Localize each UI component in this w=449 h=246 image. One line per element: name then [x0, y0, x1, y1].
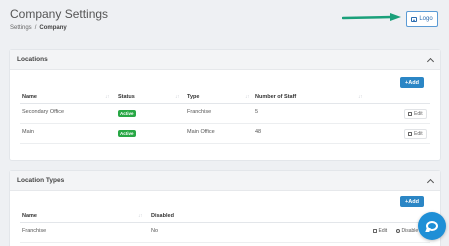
column-header-disabled[interactable]: Disabled — [151, 213, 174, 219]
edit-label: Edit — [414, 131, 423, 137]
breadcrumb-item-company: Company — [39, 25, 67, 31]
add-location-type-label: Add — [408, 198, 419, 205]
edit-icon — [373, 229, 377, 233]
sort-icon[interactable]: ↓↑ — [358, 94, 363, 100]
location-types-panel-header[interactable]: Location Types — [10, 171, 440, 191]
disable-link[interactable]: Disable — [396, 228, 418, 234]
add-location-type-button[interactable]: + Add — [400, 196, 424, 207]
logo-button-label: Logo — [419, 16, 433, 22]
locations-panel: Locations + Add Name ↓↑ Status ↓↑ Type ↓↑… — [10, 50, 440, 160]
edit-link[interactable]: Edit — [373, 228, 387, 234]
disable-label: Disable — [401, 228, 419, 234]
location-type-disabled: No — [151, 228, 159, 234]
column-header-name[interactable]: Name — [22, 213, 37, 219]
image-icon — [411, 16, 418, 22]
logo-button[interactable]: Logo — [406, 11, 438, 27]
status-badge: Active — [118, 110, 136, 117]
table-row: Main Active Main Office 48 Edit — [20, 124, 430, 144]
ban-icon — [396, 229, 400, 233]
chevron-up-icon[interactable] — [426, 57, 435, 65]
chat-button[interactable] — [418, 212, 446, 240]
sort-icon[interactable]: ↓↑ — [105, 94, 110, 100]
location-types-panel-title: Location Types — [17, 177, 65, 184]
table-row: Franchise No Edit Disable — [20, 223, 430, 243]
edit-label: Edit — [378, 228, 388, 234]
locations-panel-header[interactable]: Locations — [10, 50, 440, 70]
edit-button[interactable]: Edit — [404, 129, 427, 139]
location-type-name: Franchise — [22, 228, 47, 234]
location-types-panel: Location Types + Add Name ↓↑ Disabled Fra… — [10, 171, 440, 246]
column-header-name[interactable]: Name — [22, 94, 37, 100]
edit-button[interactable]: Edit — [404, 109, 427, 119]
status-badge: Active — [118, 130, 136, 137]
table-header: Name ↓↑ Disabled — [20, 209, 430, 223]
chat-icon — [426, 221, 438, 231]
breadcrumb: Settings / Company — [10, 25, 67, 31]
chevron-up-icon[interactable] — [426, 178, 435, 186]
table-row: Secondary Office Active Franchise 5 Edit — [20, 104, 430, 124]
arrow-right-icon — [342, 13, 401, 21]
column-header-status[interactable]: Status — [118, 94, 135, 100]
location-name: Secondary Office — [22, 109, 65, 115]
column-header-type[interactable]: Type — [187, 94, 199, 100]
edit-icon — [408, 112, 412, 116]
sort-icon[interactable]: ↓↑ — [245, 94, 250, 100]
location-type: Franchise — [187, 109, 212, 115]
table-header: Name ↓↑ Status ↓↑ Type ↓↑ Number of Staf… — [20, 90, 430, 104]
add-location-label: Add — [408, 79, 419, 86]
sort-icon[interactable]: ↓↑ — [175, 94, 180, 100]
page-title: Company Settings — [10, 7, 109, 21]
location-staff: 5 — [255, 109, 259, 115]
breadcrumb-separator: / — [34, 25, 37, 31]
locations-panel-title: Locations — [17, 56, 48, 63]
location-staff: 48 — [255, 129, 262, 135]
breadcrumb-item-settings[interactable]: Settings — [10, 25, 32, 31]
location-name: Main — [22, 129, 34, 135]
add-location-button[interactable]: + Add — [400, 77, 424, 88]
column-header-staff[interactable]: Number of Staff — [255, 94, 296, 100]
sort-icon[interactable]: ↓↑ — [138, 213, 143, 219]
edit-icon — [408, 132, 412, 136]
edit-label: Edit — [414, 111, 423, 117]
location-type: Main Office — [187, 129, 215, 135]
